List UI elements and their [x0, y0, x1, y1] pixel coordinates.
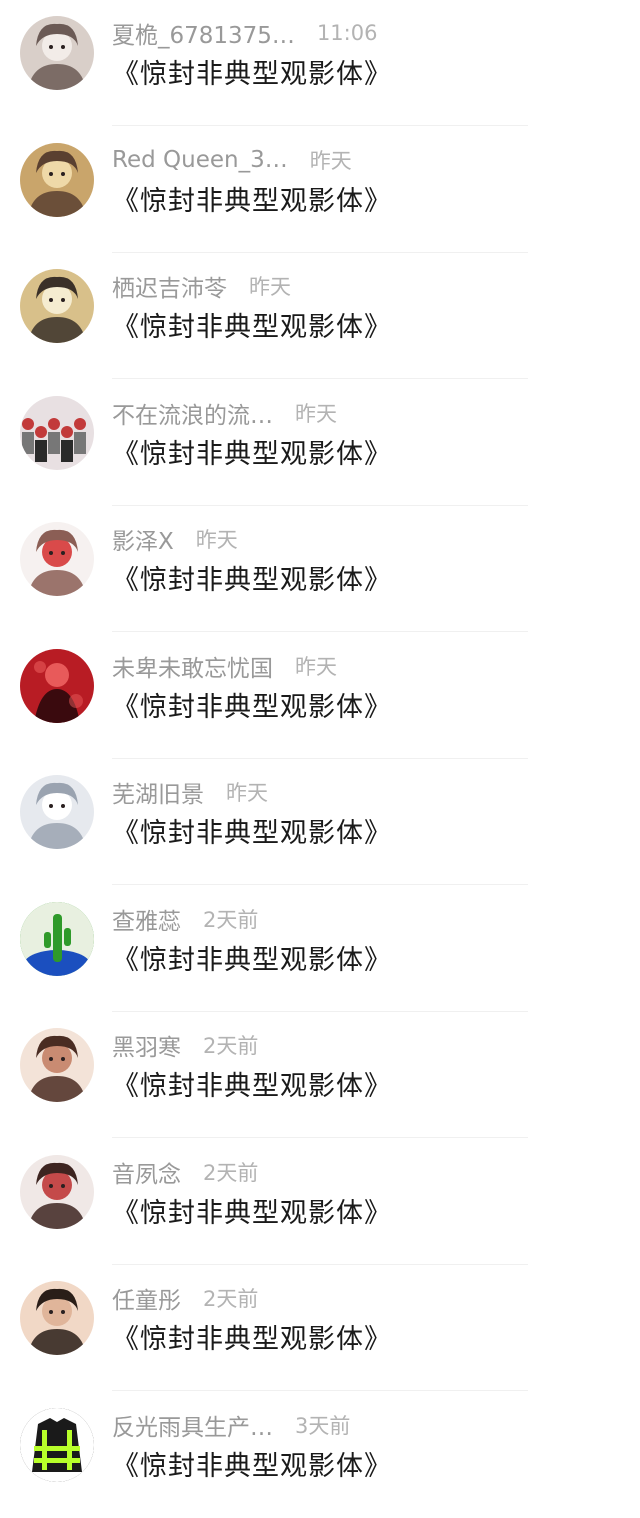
row-divider: [112, 884, 528, 885]
avatar[interactable]: [20, 16, 94, 90]
contact-name: 未卑未敢忘忧国: [112, 656, 273, 682]
conversation-header: 夏桅_6781375… 11:06: [112, 16, 377, 50]
message-preview: 《惊封非典型观影体》: [112, 1324, 392, 1355]
avatar-chibi-character-icon: [20, 522, 94, 596]
avatar-smiling-boy-icon: [20, 1281, 94, 1355]
contact-name: 查雅蕊: [112, 909, 181, 935]
message-time: 2天前: [203, 1287, 259, 1311]
avatar-white-hair-girl-icon: [20, 775, 94, 849]
contact-name: 影泽X: [112, 529, 174, 555]
avatar[interactable]: [20, 649, 94, 723]
conversation-row[interactable]: 音夙念 2天前《惊封非典型观影体》: [0, 1139, 640, 1265]
row-divider: [112, 1137, 528, 1138]
avatar-red-figure-icon: [20, 649, 94, 723]
message-time: 3天前: [295, 1414, 351, 1438]
conversation-header: 任童彤 2天前: [112, 1281, 258, 1315]
conversation-header: 芜湖旧景 昨天: [112, 775, 268, 809]
message-preview: 《惊封非典型观影体》: [112, 692, 392, 723]
message-time: 2天前: [203, 1161, 259, 1185]
conversation-row[interactable]: 不在流浪的流… 昨天《惊封非典型观影体》: [0, 380, 640, 506]
message-preview: 《惊封非典型观影体》: [112, 186, 392, 217]
message-preview: 《惊封非典型观影体》: [112, 439, 392, 470]
conversation-header: 查雅蕊 2天前: [112, 902, 258, 936]
message-preview: 《惊封非典型观影体》: [112, 312, 392, 343]
avatar-brown-hair-girl-icon: [20, 1028, 94, 1102]
avatar-girl-muted-icon: [20, 16, 94, 90]
conversation-header: Red Queen_3… 昨天: [112, 143, 352, 177]
message-time: 2天前: [203, 1034, 259, 1058]
avatar-floral-character-icon: [20, 1155, 94, 1229]
message-preview: 《惊封非典型观影体》: [112, 59, 392, 90]
conversation-row[interactable]: 任童彤 2天前《惊封非典型观影体》: [0, 1265, 640, 1391]
avatar-reflective-jacket-icon: [20, 1408, 94, 1482]
avatar[interactable]: [20, 522, 94, 596]
conversation-header: 黑羽寒 2天前: [112, 1028, 258, 1062]
message-time: 昨天: [295, 655, 337, 679]
conversation-row[interactable]: 反光雨具生产… 3天前《惊封非典型观影体》: [0, 1392, 640, 1518]
contact-name: Red Queen_3…: [112, 147, 288, 173]
avatar[interactable]: [20, 1155, 94, 1229]
avatar[interactable]: [20, 269, 94, 343]
row-divider: [112, 631, 528, 632]
conversation-header: 未卑未敢忘忧国 昨天: [112, 649, 337, 683]
avatar[interactable]: [20, 1281, 94, 1355]
message-preview: 《惊封非典型观影体》: [112, 565, 392, 596]
message-time: 2天前: [203, 908, 259, 932]
avatar-group-collage-icon: [20, 396, 94, 470]
conversation-header: 不在流浪的流… 昨天: [112, 396, 337, 430]
row-divider: [112, 125, 528, 126]
message-time: 昨天: [195, 528, 238, 552]
message-preview: 《惊封非典型观影体》: [112, 1451, 392, 1482]
conversation-row[interactable]: 未卑未敢忘忧国 昨天《惊封非典型观影体》: [0, 633, 640, 759]
row-divider: [112, 1390, 528, 1391]
conversation-row[interactable]: 影泽X 昨天《惊封非典型观影体》: [0, 506, 640, 632]
conversation-row[interactable]: 黑羽寒 2天前《惊封非典型观影体》: [0, 1012, 640, 1138]
row-divider: [112, 378, 528, 379]
conversation-row[interactable]: 栖迟吉沛苓 昨天《惊封非典型观影体》: [0, 253, 640, 379]
conversation-row[interactable]: 夏桅_6781375… 11:06 《惊封非典型观影体》: [0, 0, 640, 126]
conversation-header: 影泽X 昨天: [112, 522, 238, 556]
conversation-header: 音夙念 2天前: [112, 1155, 258, 1189]
message-preview: 《惊封非典型观影体》: [112, 945, 392, 976]
avatar[interactable]: [20, 902, 94, 976]
message-time: 昨天: [226, 781, 268, 805]
conversation-row[interactable]: Red Queen_3… 昨天《惊封非典型观影体》: [0, 127, 640, 253]
conversation-header: 反光雨具生产… 3天前: [112, 1408, 350, 1442]
message-preview: 《惊封非典型观影体》: [112, 818, 392, 849]
message-time: 昨天: [309, 149, 352, 173]
contact-name: 反光雨具生产…: [112, 1415, 273, 1441]
contact-name: 夏桅_6781375…: [112, 23, 295, 49]
avatar-cactus-plant-icon: [20, 902, 94, 976]
conversation-row[interactable]: 芜湖旧景 昨天《惊封非典型观影体》: [0, 759, 640, 885]
contact-name: 黑羽寒: [112, 1035, 181, 1061]
message-time: 昨天: [295, 402, 337, 426]
message-time: 11:06: [316, 21, 378, 45]
avatar[interactable]: [20, 1028, 94, 1102]
avatar[interactable]: [20, 143, 94, 217]
message-preview: 《惊封非典型观影体》: [112, 1071, 392, 1102]
contact-name: 音夙念: [112, 1162, 181, 1188]
conversation-header: 栖迟吉沛苓 昨天: [112, 269, 291, 303]
avatar-golden-illustration-icon: [20, 143, 94, 217]
message-time: 昨天: [249, 275, 291, 299]
conversation-list: 夏桅_6781375… 11:06 《惊封非典型观影体》 Red Queen_3… 昨天…: [0, 0, 640, 1502]
contact-name: 栖迟吉沛苓: [112, 276, 227, 302]
avatar[interactable]: [20, 396, 94, 470]
avatar[interactable]: [20, 1408, 94, 1482]
contact-name: 任童彤: [112, 1288, 181, 1314]
avatar[interactable]: [20, 775, 94, 849]
contact-name: 不在流浪的流…: [112, 403, 273, 429]
avatar-anime-boy-icon: [20, 269, 94, 343]
conversation-row[interactable]: 查雅蕊 2天前《惊封非典型观影体》: [0, 886, 640, 1012]
contact-name: 芜湖旧景: [112, 782, 204, 808]
message-preview: 《惊封非典型观影体》: [112, 1198, 392, 1229]
